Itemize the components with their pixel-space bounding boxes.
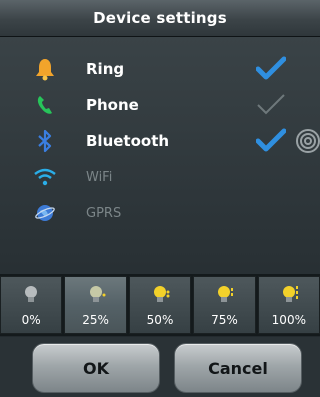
phone-icon bbox=[32, 92, 58, 118]
toggle-row-gprs[interactable]: GPRS bbox=[0, 195, 320, 231]
toggle-row-wifi[interactable]: WiFi bbox=[0, 159, 320, 195]
bulb-dim-icon bbox=[85, 283, 107, 307]
bulb-bright-icon bbox=[213, 283, 235, 307]
ok-button[interactable]: OK bbox=[32, 343, 160, 393]
bell-icon bbox=[32, 56, 58, 82]
title-bar: Device settings bbox=[0, 0, 320, 37]
toggle-label: Bluetooth bbox=[86, 132, 170, 150]
brightness-label: 25% bbox=[82, 313, 109, 327]
toggle-label: Phone bbox=[86, 96, 139, 114]
bulb-half-icon bbox=[149, 283, 171, 307]
bluetooth-icon bbox=[32, 128, 58, 154]
brightness-label: 75% bbox=[211, 313, 238, 327]
toggle-label: Ring bbox=[86, 60, 125, 78]
wifi-icon bbox=[32, 164, 58, 190]
brightness-label: 0% bbox=[21, 313, 41, 327]
brightness-option-0[interactable]: 0% bbox=[0, 276, 63, 334]
bulb-full-icon bbox=[278, 283, 300, 307]
footer-bar: OK Cancel bbox=[0, 337, 320, 397]
checkmark-checked-icon[interactable] bbox=[255, 56, 287, 82]
checkmark-unchecked-icon[interactable] bbox=[256, 92, 286, 118]
checkmark-checked-icon[interactable] bbox=[255, 128, 287, 154]
page-title: Device settings bbox=[93, 9, 227, 27]
toggle-label: GPRS bbox=[86, 205, 122, 221]
brightness-option-50[interactable]: 50% bbox=[128, 276, 192, 334]
toggle-label: WiFi bbox=[86, 169, 113, 185]
brightness-selector: 0% 25% 50% 75% 100% bbox=[0, 274, 320, 336]
gprs-globe-icon bbox=[32, 200, 58, 226]
cancel-button[interactable]: Cancel bbox=[174, 343, 302, 393]
toggle-row-phone[interactable]: Phone bbox=[0, 87, 320, 123]
toggle-row-ring[interactable]: Ring bbox=[0, 51, 320, 87]
brightness-label: 100% bbox=[271, 313, 306, 327]
bulb-off-icon bbox=[20, 283, 42, 307]
brightness-option-25[interactable]: 25% bbox=[64, 276, 127, 334]
toggle-row-bluetooth[interactable]: Bluetooth bbox=[0, 123, 320, 159]
brightness-option-100[interactable]: 100% bbox=[257, 276, 320, 334]
brightness-option-75[interactable]: 75% bbox=[193, 276, 256, 334]
brightness-label: 50% bbox=[146, 313, 174, 327]
visibility-signal-icon[interactable] bbox=[292, 127, 320, 155]
settings-panel: Ring Phone Bluetooth WiFi GPRS 0% 25% 50… bbox=[0, 37, 320, 337]
